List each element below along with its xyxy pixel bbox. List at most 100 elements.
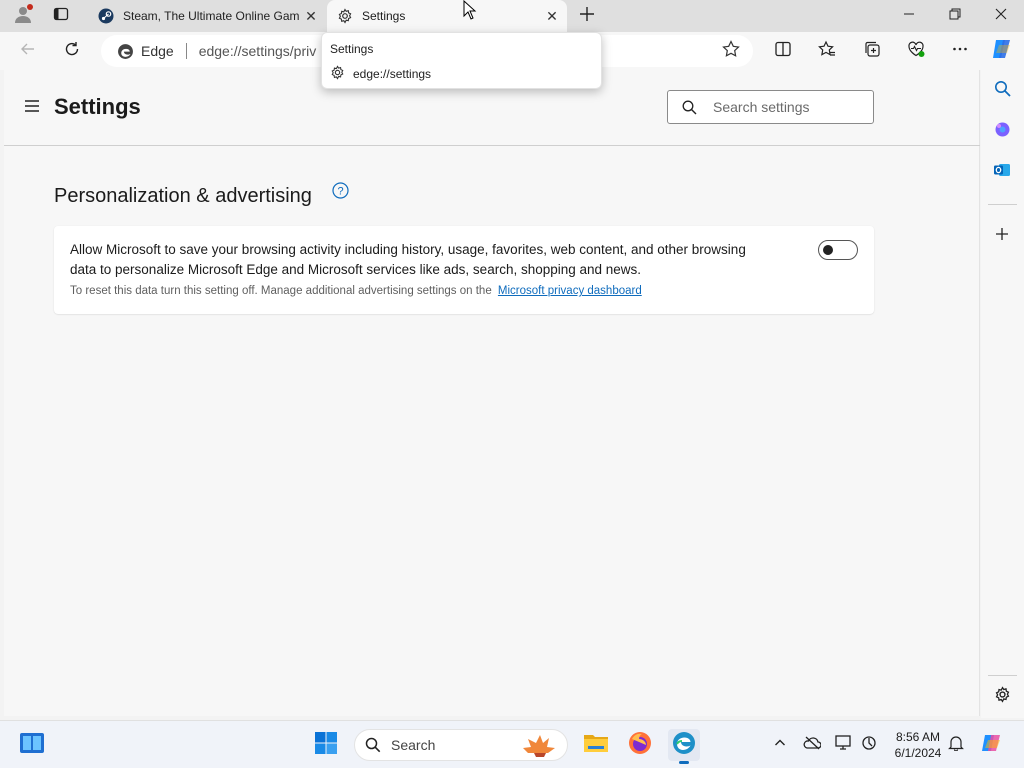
copilot-taskbar-button[interactable] <box>976 729 1008 761</box>
privacy-dashboard-link[interactable]: Microsoft privacy dashboard <box>498 285 642 297</box>
battery-button[interactable] <box>858 729 882 761</box>
tab-title: Steam, The Ultimate Online Gam <box>123 9 300 23</box>
hover-card-title: Settings <box>330 42 374 56</box>
tab-title: Settings <box>362 9 406 23</box>
clock-date: 6/1/2024 <box>894 746 942 760</box>
close-icon[interactable]: ✕ <box>300 5 322 27</box>
gear-icon <box>330 65 345 80</box>
toggle-knob <box>823 245 833 255</box>
card-main-text-line2: data to personalize Microsoft Edge and M… <box>70 262 642 277</box>
edge-taskbar-icon <box>672 731 696 760</box>
personalization-toggle[interactable] <box>818 240 858 260</box>
search-icon <box>682 100 697 115</box>
edge-taskbar-button[interactable] <box>668 729 700 764</box>
sidebar-search-button[interactable] <box>989 78 1015 104</box>
restore-icon <box>949 7 961 25</box>
file-explorer-button[interactable] <box>580 729 612 761</box>
widgets-button[interactable] <box>16 729 48 761</box>
card-sub-text: To reset this data turn this setting off… <box>70 285 492 297</box>
favorite-button[interactable] <box>716 36 746 66</box>
firefox-icon <box>628 731 652 760</box>
clock-time: 8:56 AM <box>895 730 941 744</box>
gear-icon <box>994 686 1011 708</box>
close-window-button[interactable] <box>978 0 1024 32</box>
network-icon <box>835 734 853 756</box>
taskbar-search[interactable]: Search <box>354 729 568 761</box>
tab-actions-button[interactable] <box>46 0 76 32</box>
tab-steam[interactable]: Steam, The Ultimate Online Gam ✕ <box>88 0 326 32</box>
personalization-card: Allow Microsoft to save your browsing ac… <box>54 226 874 314</box>
profile-button[interactable] <box>8 0 38 32</box>
address-divider <box>185 43 187 59</box>
more-button[interactable] <box>945 36 975 66</box>
widgets-icon <box>19 732 45 759</box>
copilot-button[interactable] <box>987 36 1017 66</box>
browser-essentials-icon <box>907 40 925 63</box>
search-icon <box>365 737 381 753</box>
sidebar-copilot-button[interactable] <box>989 119 1015 145</box>
sidebar-settings-button[interactable] <box>989 684 1015 710</box>
start-button[interactable] <box>310 729 342 761</box>
profile-icon <box>12 3 34 30</box>
network-button[interactable] <box>832 729 856 761</box>
split-screen-button[interactable] <box>768 36 798 66</box>
chevron-up-icon <box>774 736 786 754</box>
taskbar-search-label: Search <box>391 737 436 753</box>
edge-sidebar <box>981 70 1024 718</box>
file-explorer-icon <box>583 732 609 759</box>
new-tab-icon <box>579 6 595 27</box>
card-main-text-line1: Allow Microsoft to save your browsing ac… <box>70 242 746 257</box>
settings-content: Settings Search settings Personalization… <box>4 70 980 716</box>
section-title: Personalization & advertising <box>54 185 312 207</box>
taskbar: Search 8:56 AM 6/1/2024 <box>0 720 1024 768</box>
help-icon: ? <box>331 182 349 204</box>
gear-icon <box>337 8 353 24</box>
mouse-cursor-icon <box>463 0 477 25</box>
menu-button[interactable] <box>20 97 44 119</box>
restore-button[interactable] <box>932 0 978 32</box>
sidebar-outlook-button[interactable] <box>989 159 1015 185</box>
sidebar-add-button[interactable] <box>989 223 1015 249</box>
browser-essentials-button[interactable] <box>901 36 931 66</box>
search-highlight-icon <box>521 733 559 759</box>
onedrive-icon <box>803 736 822 755</box>
search-settings-input[interactable]: Search settings <box>667 90 874 124</box>
url-text: edge://settings/priv <box>198 43 317 59</box>
clock[interactable]: 8:56 AM 6/1/2024 <box>888 729 948 761</box>
help-button[interactable]: ? <box>331 182 349 204</box>
copilot-icon <box>990 37 1014 66</box>
refresh-button[interactable] <box>57 36 87 66</box>
site-label: Edge <box>141 43 174 59</box>
hamburger-icon <box>24 99 40 118</box>
notifications-button[interactable] <box>944 729 968 761</box>
back-button[interactable] <box>13 36 43 66</box>
tab-settings[interactable]: Settings ✕ <box>327 0 567 32</box>
battery-icon <box>861 735 879 756</box>
sidebar-divider <box>988 675 1017 676</box>
favorites-button[interactable] <box>812 36 842 66</box>
sidebar-divider <box>988 204 1017 205</box>
close-icon[interactable]: ✕ <box>541 5 563 27</box>
active-indicator <box>679 761 689 764</box>
windows-start-icon <box>314 731 338 760</box>
split-screen-icon <box>774 40 792 63</box>
copilot-icon <box>994 121 1011 143</box>
search-placeholder: Search settings <box>713 99 810 115</box>
tab-strip: Steam, The Ultimate Online Gam ✕ Setting… <box>0 0 1024 32</box>
close-icon <box>995 7 1007 25</box>
more-icon <box>951 40 969 63</box>
search-icon <box>994 80 1011 102</box>
collections-button[interactable] <box>857 36 887 66</box>
svg-text:?: ? <box>337 186 343 198</box>
bell-icon <box>948 735 964 756</box>
firefox-button[interactable] <box>624 729 656 761</box>
minimize-button[interactable] <box>886 0 932 32</box>
steam-icon <box>98 8 114 24</box>
new-tab-button[interactable] <box>572 0 602 32</box>
copilot-icon <box>980 731 1004 760</box>
onedrive-button[interactable] <box>800 729 824 761</box>
collections-icon <box>863 40 881 63</box>
add-icon <box>995 227 1009 246</box>
edge-icon <box>117 43 134 60</box>
show-hidden-icons-button[interactable] <box>768 729 792 761</box>
